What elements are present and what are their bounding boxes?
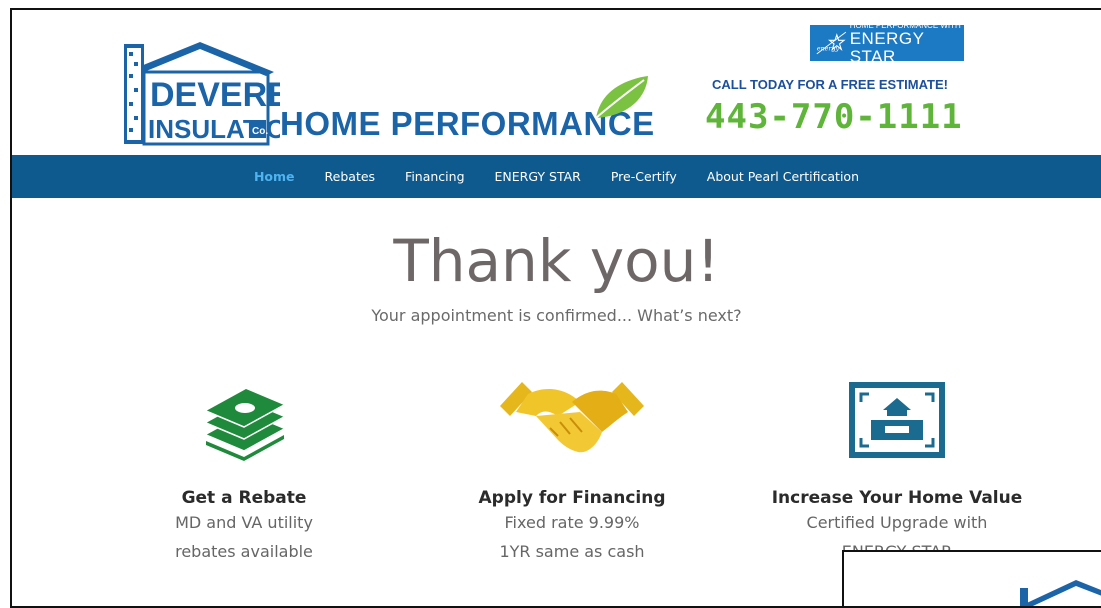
energy-star-icon: energy <box>816 31 847 55</box>
devere-logo[interactable]: DEVERE INSULATION Co. <box>120 38 280 150</box>
feature-home-value: Increase Your Home Value Certified Upgra… <box>732 370 1062 566</box>
feature-line: 1YR same as cash <box>499 542 645 561</box>
energy-logo-text: energy <box>817 45 840 52</box>
feature-rebate: Get a Rebate MD and VA utility rebates a… <box>79 370 409 566</box>
energy-star-badge[interactable]: energy HOME PERFORMANCE WITH ENERGY STAR <box>810 21 964 65</box>
house-certificate-icon <box>849 382 945 458</box>
feature-financing: Apply for Financing Fixed rate 9.99% 1YR… <box>407 370 737 566</box>
nav-item-home[interactable]: Home <box>239 169 310 184</box>
money-stack-icon <box>205 389 285 461</box>
main-nav: Home Rebates Financing ENERGY STAR Pre-C… <box>12 155 1101 198</box>
handshake-icon <box>500 382 644 453</box>
nav-item-pre-certify[interactable]: Pre-Certify <box>596 169 692 184</box>
devere-logo-small <box>1020 580 1101 606</box>
nav-item-rebates[interactable]: Rebates <box>310 169 391 184</box>
browser-frame: DEVERE INSULATION Co. HOME PERFORMANCE e… <box>10 8 1101 608</box>
page-subtitle: Your appointment is confirmed... What’s … <box>371 306 742 325</box>
popup-window[interactable] <box>842 550 1101 606</box>
nav-item-energy-star[interactable]: ENERGY STAR <box>480 169 596 184</box>
brand-co: Co. <box>252 126 268 137</box>
feature-heading: Apply for Financing <box>478 488 666 508</box>
energy-star-big-text: ENERGY STAR <box>849 28 925 66</box>
call-today-text: CALL TODAY FOR A FREE ESTIMATE! <box>712 77 948 92</box>
feature-line: Certified Upgrade with <box>806 513 988 532</box>
page-title: Thank you! <box>393 227 720 295</box>
brand-line1: DEVERE <box>150 76 280 114</box>
leaf-icon <box>595 76 648 119</box>
feature-line: MD and VA utility <box>175 513 313 532</box>
site-header: DEVERE INSULATION Co. HOME PERFORMANCE e… <box>12 10 1101 155</box>
feature-heading: Get a Rebate <box>181 488 307 508</box>
feature-line: Fixed rate 9.99% <box>504 513 640 532</box>
feature-line: rebates available <box>175 542 313 561</box>
feature-heading: Increase Your Home Value <box>771 488 1023 508</box>
phone-number[interactable]: 443-770-1111 <box>705 97 963 137</box>
nav-item-about-pearl[interactable]: About Pearl Certification <box>692 169 874 184</box>
nav-item-financing[interactable]: Financing <box>390 169 479 184</box>
